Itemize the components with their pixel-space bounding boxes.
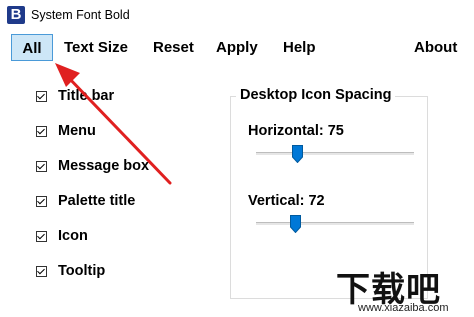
watermark-url: www.xiazaiba.com <box>358 302 449 314</box>
watermark: 下载吧 www.xiazaiba.com <box>336 262 474 317</box>
app-window: B System Font Bold All Text Size Reset A… <box>0 0 474 317</box>
